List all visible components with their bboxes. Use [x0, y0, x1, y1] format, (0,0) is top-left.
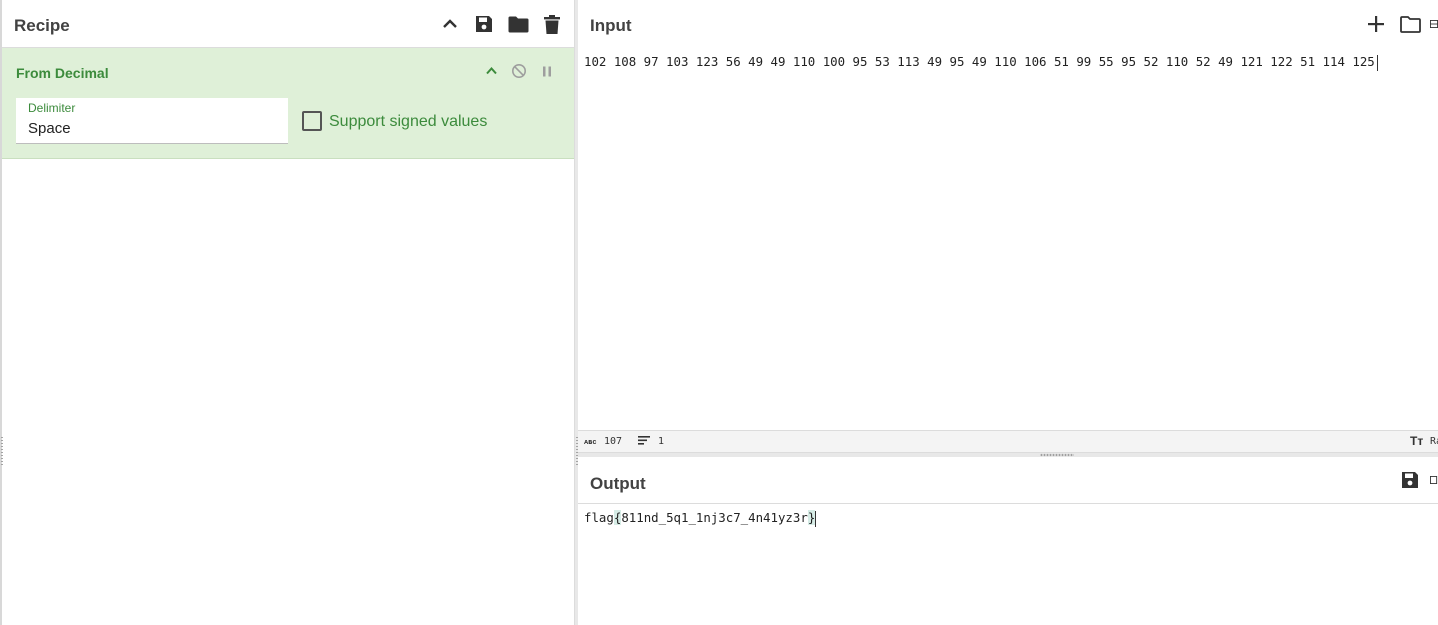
- open-folder-icon[interactable]: [1398, 12, 1422, 36]
- delimiter-value: Space: [28, 120, 71, 137]
- disable-operation-icon[interactable]: [510, 62, 528, 80]
- save-icon[interactable]: [472, 12, 496, 36]
- input-line-count: 1: [658, 436, 665, 447]
- recipe-pane: Recipe From Decimal Delimiter Space Supp…: [0, 0, 575, 625]
- output-brace-close: }: [807, 510, 816, 525]
- input-status-bar: ᴀʙᴄ 107 1 Tт Ra: [578, 430, 1438, 452]
- folder-icon[interactable]: [506, 12, 530, 36]
- delimiter-label: Delimiter: [28, 101, 76, 115]
- collapse-operation-icon[interactable]: [482, 62, 500, 80]
- operation-title: From Decimal: [16, 65, 109, 81]
- left-edge-grip: [0, 436, 4, 466]
- signed-values-label[interactable]: Support signed values: [329, 113, 487, 131]
- input-title: Input: [590, 16, 632, 35]
- output-header: Output: [578, 457, 1438, 504]
- output-caret: [815, 510, 817, 527]
- length-icon: ᴀʙᴄ: [584, 438, 597, 446]
- output-title: Output: [590, 474, 646, 493]
- pause-icon[interactable]: [538, 62, 556, 80]
- input-header: Input: [578, 0, 1438, 48]
- operation-from-decimal[interactable]: From Decimal Delimiter Space Support sig…: [2, 48, 575, 159]
- output-text-body: 811nd_5q1_1nj3c7_4n41yz3r: [621, 510, 808, 525]
- layout-icon[interactable]: [1430, 12, 1438, 36]
- output-textarea[interactable]: flag{811nd_5q1_1nj3c7_4n41yz3r}: [584, 509, 817, 527]
- recipe-header: Recipe: [2, 0, 575, 48]
- status-right-text: Ra: [1430, 436, 1438, 447]
- input-textarea[interactable]: 102 108 97 103 123 56 49 49 110 100 95 5…: [584, 53, 1378, 71]
- signed-values-checkbox[interactable]: [302, 111, 322, 131]
- save-output-icon[interactable]: [1398, 468, 1422, 492]
- input-content: 102 108 97 103 123 56 49 49 110 100 95 5…: [584, 54, 1375, 69]
- recipe-title: Recipe: [14, 16, 70, 35]
- add-tab-icon[interactable]: [1364, 12, 1388, 36]
- lines-icon: [638, 435, 650, 448]
- output-text-prefix: flag: [584, 510, 614, 525]
- delimiter-select[interactable]: Delimiter Space: [16, 98, 288, 144]
- font-size-icon[interactable]: Tт: [1410, 434, 1423, 448]
- output-pane: Output flag{811nd_5q1_1nj3c7_4n41yz3r}: [578, 457, 1438, 625]
- chevron-up-icon[interactable]: [438, 12, 462, 36]
- trash-icon[interactable]: [540, 12, 564, 36]
- input-pane: Input 102 108 97 103 123 56 49 49 110 10…: [578, 0, 1438, 452]
- copy-output-icon[interactable]: [1430, 468, 1438, 492]
- text-caret: [1376, 54, 1378, 71]
- input-length: 107: [604, 436, 623, 447]
